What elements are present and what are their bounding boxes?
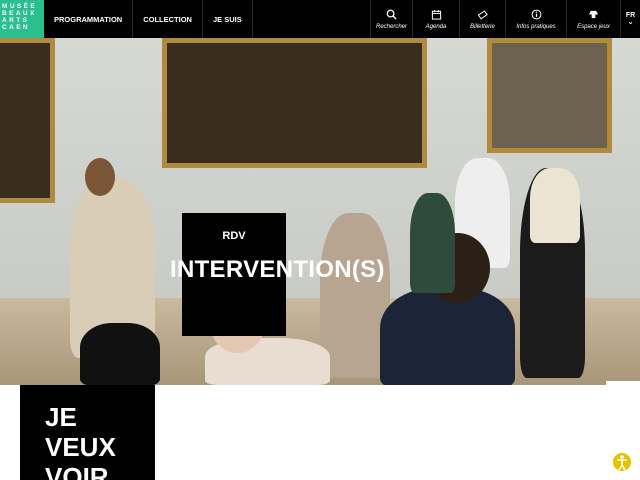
accessibility-button[interactable]: [612, 450, 632, 474]
painting: [487, 38, 612, 153]
accessibility-icon: [613, 453, 631, 471]
dancer-figure: [410, 193, 455, 293]
dancer-figure: [80, 323, 160, 385]
main-menu: PROGRAMMATION COLLECTION JE SUIS: [44, 0, 253, 38]
ticket-icon: [477, 9, 488, 20]
search-button[interactable]: Rechercher: [370, 0, 412, 38]
logo-line: MUSÉE: [2, 3, 38, 10]
info-label: Infos pratiques: [516, 23, 556, 30]
agenda-label: Agenda: [425, 23, 447, 30]
section-title: JE VEUX VOIR: [45, 402, 116, 480]
top-nav: MUSÉE BEAUX ARTS CAEN PROGRAMMATION COLL…: [0, 0, 640, 38]
dancer-head: [85, 158, 115, 196]
ticket-button[interactable]: Billetterie: [459, 0, 505, 38]
hero-slide-image: RDV INTERVENTION(S) 01 / 06: [0, 38, 640, 385]
previous-slide-button[interactable]: [572, 381, 606, 385]
dancer-figure: [530, 168, 580, 243]
calendar-icon: [431, 9, 441, 20]
dancer-figure: [380, 288, 515, 385]
menu-item-programmation[interactable]: PROGRAMMATION: [44, 0, 134, 38]
logo-line: BEAUX: [2, 10, 37, 17]
info-icon: [531, 9, 541, 19]
agenda-button[interactable]: Agenda: [412, 0, 459, 38]
game-label: Espace jeux: [577, 23, 610, 30]
logo-line: CAEN: [2, 24, 31, 31]
game-icon: [588, 10, 599, 18]
painting: [162, 38, 427, 168]
utility-nav: Rechercher Agenda Billetterie Infos prat…: [370, 0, 640, 38]
info-button[interactable]: Infos pratiques: [505, 0, 566, 38]
search-label: Rechercher: [376, 23, 408, 30]
language-label: FR: [625, 11, 636, 19]
hero-title[interactable]: INTERVENTION(S): [170, 256, 385, 284]
painting: [0, 38, 55, 203]
menu-item-collection[interactable]: COLLECTION: [133, 0, 203, 38]
museum-logo[interactable]: MUSÉE BEAUX ARTS CAEN: [0, 0, 44, 38]
game-button[interactable]: Espace jeux: [566, 0, 620, 38]
next-slide-button[interactable]: [606, 381, 640, 385]
chevron-down-icon: ⌄: [627, 18, 634, 26]
slider-controls: [572, 381, 640, 385]
hero-category: RDV: [222, 230, 246, 242]
ticket-label: Billetterie: [470, 23, 495, 30]
search-icon: [386, 9, 397, 20]
menu-item-je-suis[interactable]: JE SUIS: [203, 0, 253, 38]
logo-line: ARTS: [2, 17, 30, 24]
language-selector[interactable]: FR ⌄: [620, 0, 640, 38]
